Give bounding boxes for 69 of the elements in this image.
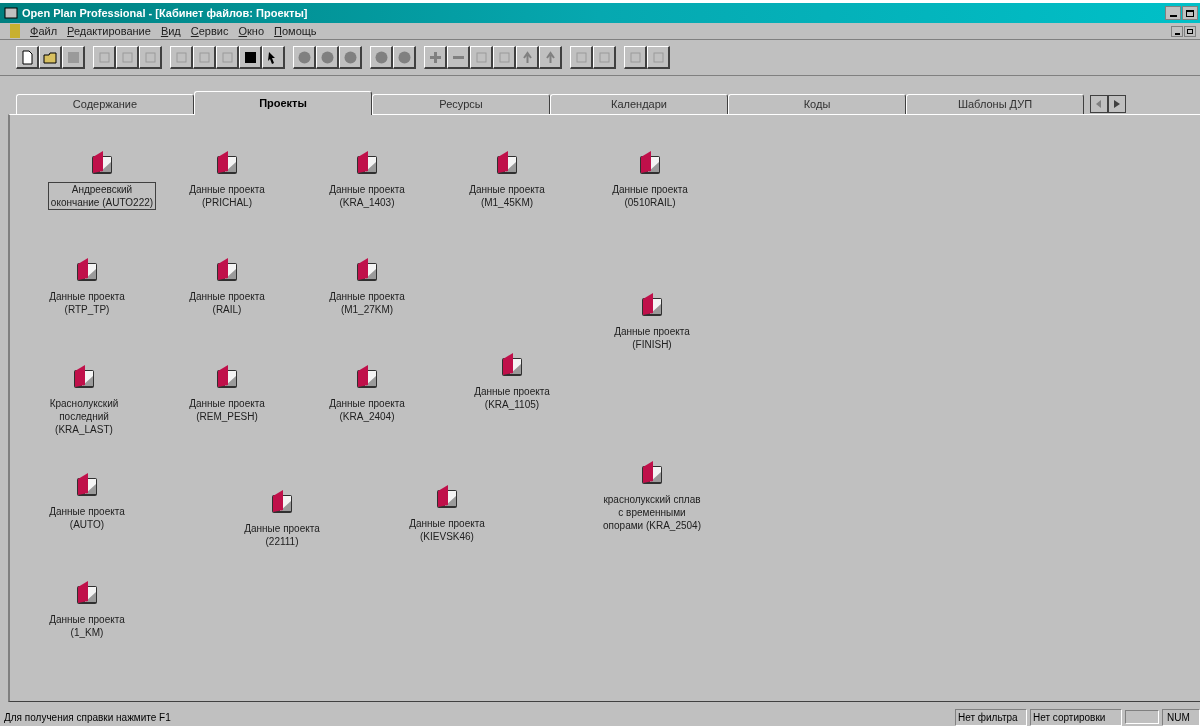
project-label[interactable]: Данные проекта (RTP_TP) [46, 289, 128, 317]
num-lock-indicator: NUM [1162, 708, 1200, 726]
project-label[interactable]: Данные проекта (1_KM) [46, 612, 128, 640]
project-label[interactable]: Данные проекта (22111) [241, 521, 323, 549]
new-file-icon[interactable] [16, 46, 39, 69]
project-label[interactable]: Данные проекта (PRICHAL) [186, 182, 268, 210]
minimize-icon[interactable] [1171, 25, 1183, 37]
book-icon [640, 460, 664, 486]
plus-icon[interactable] [424, 46, 447, 69]
project-label[interactable]: Андреевский окончание (AUTO222) [47, 182, 157, 210]
status-text: Для получения справки нажмите F1 [4, 710, 172, 725]
arrow-up-icon[interactable] [539, 46, 562, 69]
menu-item[interactable]: Окно [238, 22, 265, 40]
menu-item[interactable]: Сервис [190, 22, 229, 40]
scroll-left-icon[interactable] [1090, 95, 1108, 113]
book-icon [215, 150, 239, 176]
scroll-right-icon[interactable] [1108, 95, 1126, 113]
window-title: Open Plan Professional - [Кабинет файлов: Проекты] [22, 5, 308, 21]
restore-icon[interactable] [1184, 25, 1196, 37]
save-icon[interactable] [62, 46, 85, 69]
app-icon [4, 6, 18, 20]
book-icon [638, 150, 662, 176]
project-label[interactable]: краснолукский сплав с временными опорами (KRA_2504) [600, 492, 704, 533]
project-label[interactable]: Данные проекта (M1_27KM) [326, 289, 408, 317]
sort-status: Нет сортировки [1030, 708, 1122, 726]
book-icon [355, 150, 379, 176]
book-icon [72, 364, 96, 390]
book-icon [270, 489, 294, 515]
project-label[interactable]: Данные проекта (FINISH) [611, 324, 693, 352]
menu-item[interactable]: Файл [30, 22, 58, 40]
tab[interactable]: Шаблоны ДУП [906, 94, 1084, 114]
project-label[interactable]: Данные проекта (0510RAIL) [609, 182, 691, 210]
book-icon [215, 257, 239, 283]
menu-item[interactable]: Редактирование [67, 22, 151, 40]
restore-icon[interactable] [1182, 6, 1198, 20]
book-icon [75, 580, 99, 606]
project-label[interactable]: Данные проекта (AUTO) [46, 504, 128, 532]
document-icon [10, 24, 20, 38]
project-label[interactable]: Данные проекта (KRA_1105) [471, 384, 553, 412]
book-icon [215, 364, 239, 390]
tab[interactable]: Календари [550, 94, 728, 114]
tab[interactable]: Ресурсы [372, 94, 550, 114]
book-icon [435, 484, 459, 510]
project-label[interactable]: Данные проекта (KIEVSK46) [406, 516, 488, 544]
status-field [1125, 710, 1159, 724]
book-icon [500, 352, 524, 378]
book-icon [75, 257, 99, 283]
menu-item[interactable]: Помощь [274, 22, 317, 40]
book-icon [495, 150, 519, 176]
project-label[interactable]: Данные проекта (KRA_1403) [326, 182, 408, 210]
filter-status: Нет фильтра [955, 708, 1027, 726]
minus-icon[interactable] [447, 46, 470, 69]
book-icon [75, 472, 99, 498]
minimize-icon[interactable] [1165, 6, 1181, 20]
book-icon [355, 364, 379, 390]
project-label[interactable]: Данные проекта (KRA_2404) [326, 396, 408, 424]
tab[interactable]: Содержание [16, 94, 194, 114]
project-label[interactable]: Данные проекта (REM_PESH) [186, 396, 268, 424]
folder-icon[interactable] [39, 46, 62, 69]
tab[interactable]: Проекты [194, 91, 372, 115]
context-help-icon[interactable] [262, 46, 285, 69]
tab[interactable]: Коды [728, 94, 906, 114]
menu-item[interactable]: Вид [160, 22, 181, 40]
project-label[interactable]: Данные проекта (RAIL) [186, 289, 268, 317]
book-icon [640, 292, 664, 318]
project-label[interactable]: Краснолукский последний (KRA_LAST) [46, 396, 122, 437]
book-icon [355, 257, 379, 283]
project-label[interactable]: Данные проекта (M1_45KM) [466, 182, 548, 210]
book-icon [90, 150, 114, 176]
